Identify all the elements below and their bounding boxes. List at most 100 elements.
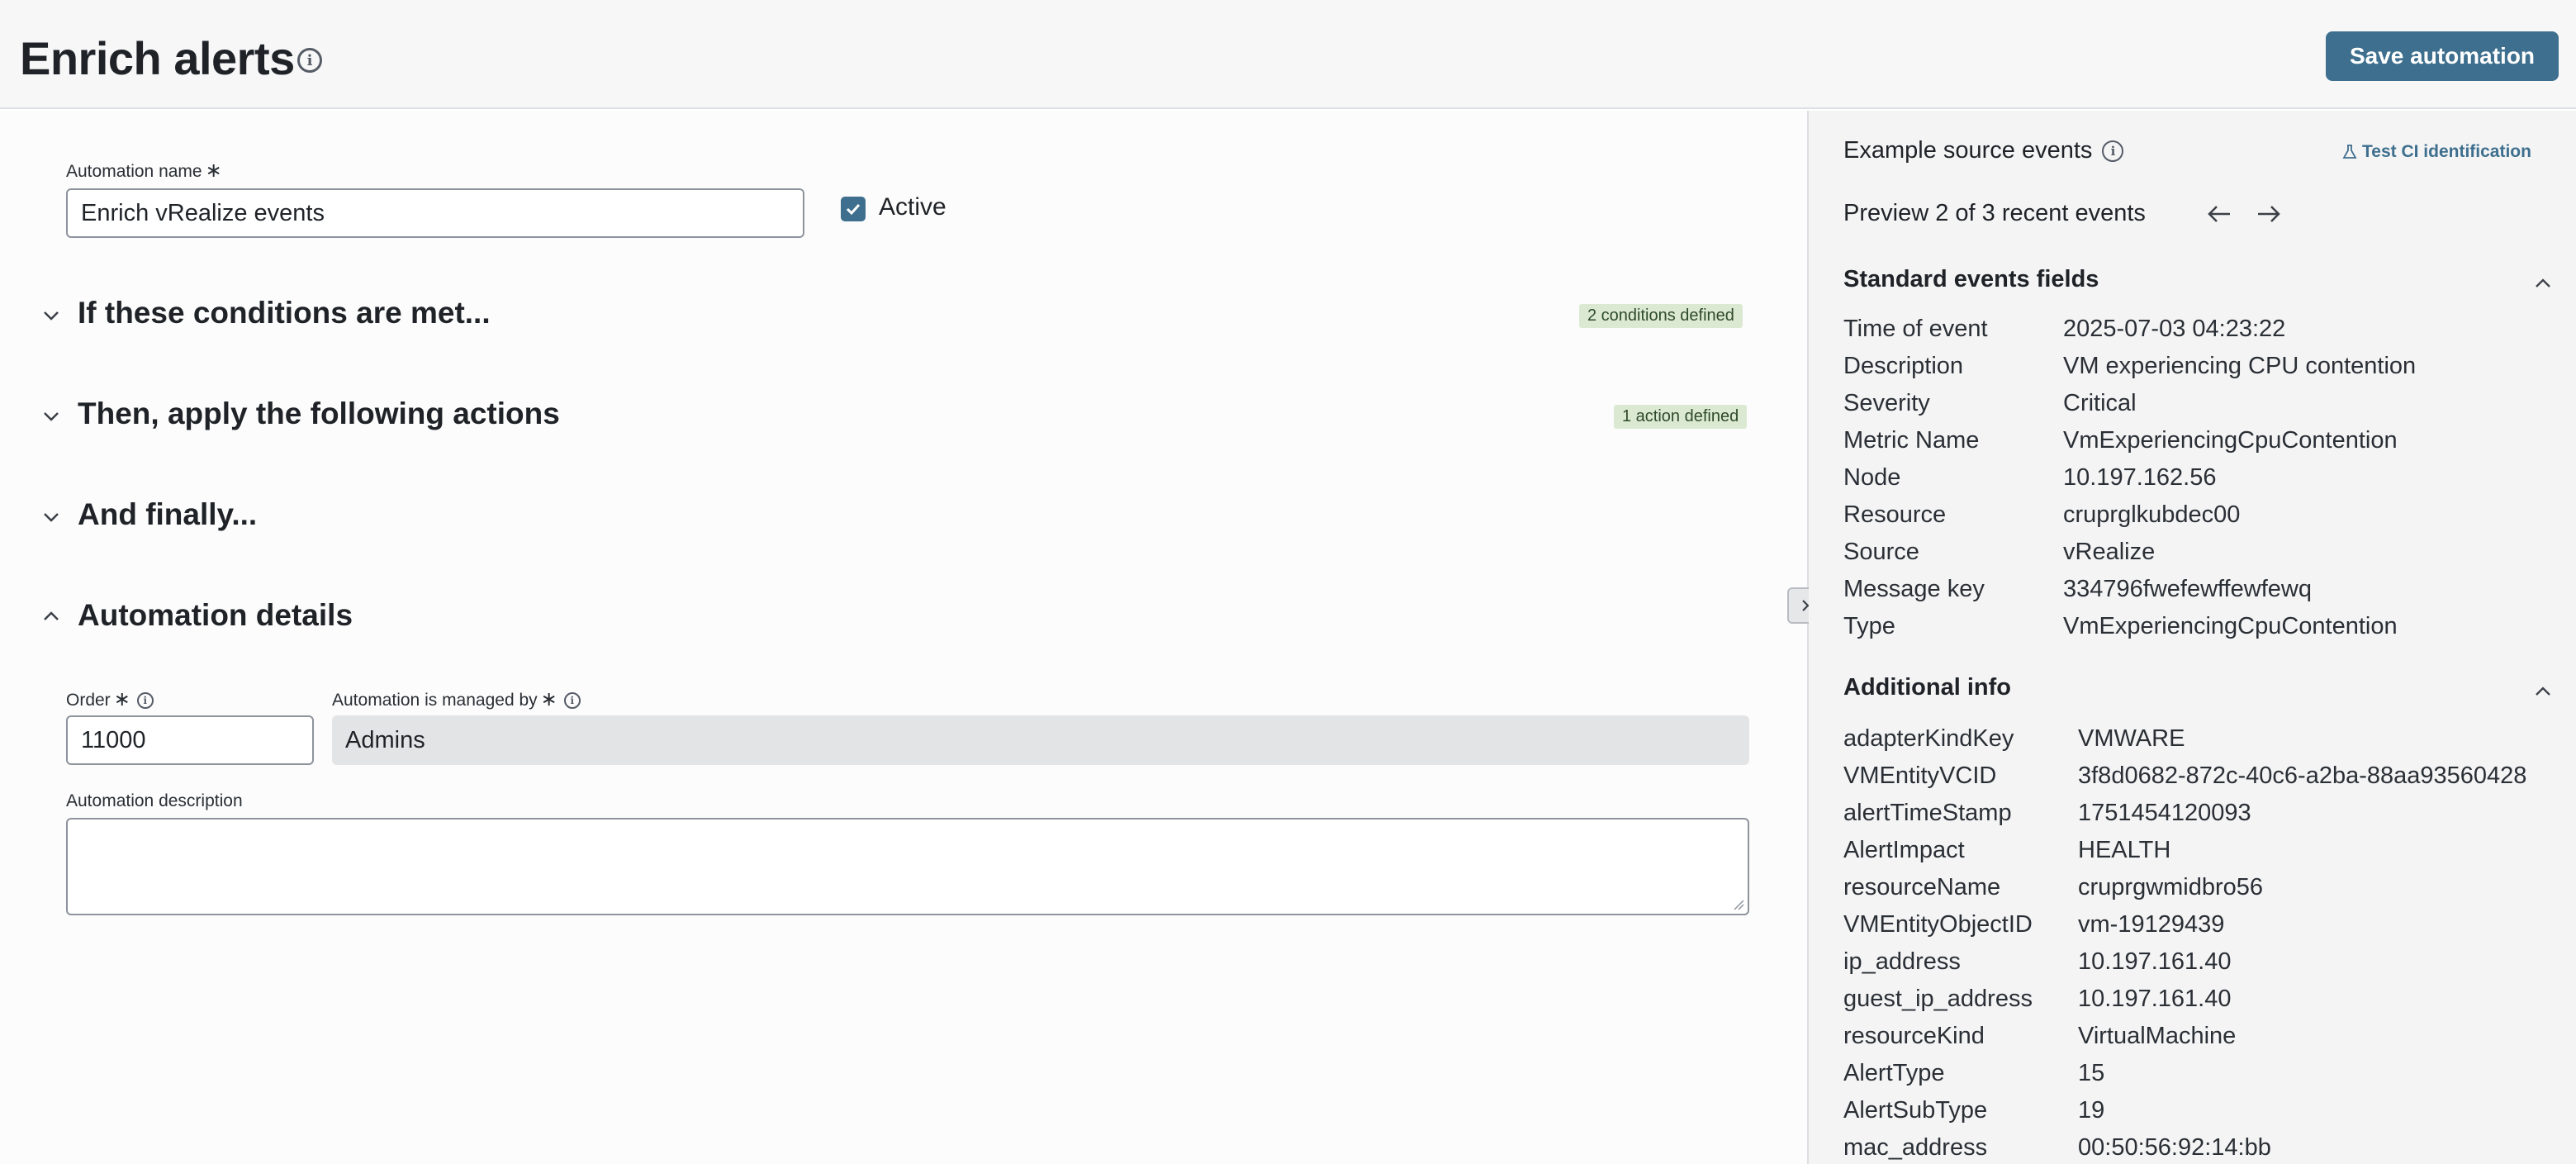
field-row: Metric Name VmExperiencingCpuContention — [1843, 422, 2398, 458]
field-value: vRealize — [2063, 538, 2156, 565]
field-key: resourceName — [1843, 873, 2001, 900]
chevron-up-icon[interactable] — [2532, 681, 2554, 702]
field-row: Type VmExperiencingCpuContention — [1843, 608, 2398, 644]
chevron-down-icon[interactable] — [40, 405, 63, 428]
actions-badge: 1 action defined — [1614, 405, 1748, 429]
order-value: 11000 — [81, 726, 146, 753]
field-row: Message key 334796fwefewffewfewq — [1843, 571, 2312, 607]
field-row: ip_address 10.197.161.40 — [1843, 943, 2231, 980]
example-events-panel: Example source events i Test CI identific… — [1809, 111, 2576, 1164]
field-row: AlertImpact HEALTH — [1843, 832, 2170, 868]
field-value: cruprgwmidbro56 — [2078, 873, 2264, 900]
description-textarea[interactable] — [66, 818, 1749, 915]
field-row: mac_address 00:50:56:92:14:bb — [1843, 1129, 2271, 1164]
arrow-left-icon[interactable] — [2205, 202, 2233, 226]
field-value: VmExperiencingCpuContention — [2063, 426, 2398, 454]
field-row: Description VM experiencing CPU contentio… — [1843, 348, 2416, 384]
page-header: Enrich alerts i Save automation — [0, 0, 2576, 109]
field-row: resourceKind VirtualMachine — [1843, 1018, 2236, 1054]
field-key: VMEntityObjectID — [1843, 910, 2033, 938]
managed-by-label-text: Automation is managed by — [332, 691, 538, 710]
field-row: alertTimeStamp 1751454120093 — [1843, 795, 2251, 831]
field-row: VMEntityVCID 3f8d0682-872c-40c6-a2ba-88aa… — [1843, 758, 2526, 794]
field-row: Severity Critical — [1843, 385, 2137, 421]
automation-form: Automation name ∗ Enrich vRealize events … — [0, 111, 1807, 1164]
chevron-up-icon[interactable] — [40, 605, 63, 628]
field-key: Time of event — [1843, 315, 1988, 342]
chevron-down-icon[interactable] — [40, 304, 63, 327]
field-row: resourceName cruprgwmidbro56 — [1843, 869, 2263, 905]
managed-by-value: Admins — [345, 726, 425, 753]
order-label: Order ∗ i — [66, 687, 154, 711]
required-asterisk: ∗ — [113, 688, 130, 710]
field-value: 334796fwefewffewfewq — [2063, 575, 2312, 602]
field-value: 3f8d0682-872c-40c6-a2ba-88aa93560428 — [2078, 762, 2527, 789]
preview-counter: Preview 2 of 3 recent events — [1843, 200, 2146, 226]
resize-grip-icon[interactable] — [1733, 899, 1744, 910]
description-label: Automation description — [66, 791, 243, 810]
field-key: Node — [1843, 463, 1901, 491]
panel-heading-text: Example source events — [1843, 137, 2093, 164]
field-row: Node 10.197.162.56 — [1843, 459, 2216, 496]
field-value: 10.197.161.40 — [2078, 948, 2232, 975]
field-value: Critical — [2063, 389, 2137, 416]
field-value: VM experiencing CPU contention — [2063, 352, 2417, 379]
automation-name-label: Automation name ∗ — [66, 159, 222, 183]
additional-info-title: Additional info — [1843, 674, 2011, 701]
field-row: Time of event 2025-07-03 04:23:22 — [1843, 311, 2285, 347]
info-icon[interactable]: i — [2102, 140, 2124, 163]
field-value: VMWARE — [2078, 725, 2185, 752]
field-key: adapterKindKey — [1843, 725, 2014, 752]
save-automation-button[interactable]: Save automation — [2326, 31, 2559, 81]
test-ci-link[interactable]: Test CI identification — [2342, 142, 2531, 162]
info-icon[interactable]: i — [563, 692, 581, 710]
info-icon[interactable]: i — [297, 48, 322, 73]
active-label[interactable]: Active — [879, 193, 946, 221]
field-row: guest_ip_address 10.197.161.40 — [1843, 981, 2231, 1017]
field-key: AlertSubType — [1843, 1096, 1988, 1124]
field-key: Description — [1843, 352, 1964, 379]
chevron-up-icon[interactable] — [2532, 273, 2554, 294]
order-label-text: Order — [66, 691, 111, 710]
section-conditions-title[interactable]: If these conditions are met... — [78, 296, 491, 330]
field-key: ip_address — [1843, 948, 1961, 975]
field-key: VMEntityVCID — [1843, 762, 1997, 789]
field-value: 00:50:56:92:14:bb — [2078, 1133, 2271, 1161]
field-value: VirtualMachine — [2078, 1022, 2237, 1049]
field-key: alertTimeStamp — [1843, 799, 2012, 826]
field-value: VmExperiencingCpuContention — [2063, 612, 2398, 639]
section-actions-title[interactable]: Then, apply the following actions — [78, 397, 560, 431]
required-asterisk: ∗ — [205, 159, 222, 182]
standard-fields-title: Standard events fields — [1843, 266, 2099, 292]
field-key: Type — [1843, 612, 1895, 639]
flask-icon — [2342, 145, 2357, 159]
test-ci-link-text: Test CI identification — [2362, 142, 2531, 161]
field-value: cruprglkubdec00 — [2063, 501, 2241, 528]
field-value: 15 — [2078, 1059, 2105, 1086]
automation-name-input[interactable]: Enrich vRealize events — [66, 188, 804, 238]
chevron-down-icon[interactable] — [40, 506, 63, 529]
section-details-title[interactable]: Automation details — [78, 598, 353, 633]
section-finally-title[interactable]: And finally... — [78, 497, 257, 532]
panel-heading: Example source events i — [1843, 137, 2124, 164]
automation-name-value: Enrich vRealize events — [81, 199, 325, 226]
required-asterisk: ∗ — [540, 688, 557, 710]
field-value: 1751454120093 — [2078, 799, 2251, 826]
field-value: HEALTH — [2078, 836, 2171, 863]
automation-name-label-text: Automation name — [66, 162, 202, 181]
field-row: Source vRealize — [1843, 534, 2155, 570]
info-icon[interactable]: i — [136, 692, 154, 710]
field-row: AlertType 15 — [1843, 1055, 2104, 1091]
field-key: Metric Name — [1843, 426, 1980, 454]
field-key: Message key — [1843, 575, 1985, 602]
field-key: Source — [1843, 538, 1919, 565]
field-row: AlertSubType 19 — [1843, 1092, 2104, 1128]
field-row: Resource cruprglkubdec00 — [1843, 496, 2240, 533]
managed-by-field: Admins — [332, 715, 1749, 765]
order-input[interactable]: 11000 — [66, 715, 314, 765]
arrow-right-icon[interactable] — [2255, 202, 2283, 226]
field-key: AlertType — [1843, 1059, 1945, 1086]
field-value: 19 — [2078, 1096, 2105, 1124]
field-key: mac_address — [1843, 1133, 1988, 1161]
active-checkbox[interactable] — [841, 197, 866, 221]
